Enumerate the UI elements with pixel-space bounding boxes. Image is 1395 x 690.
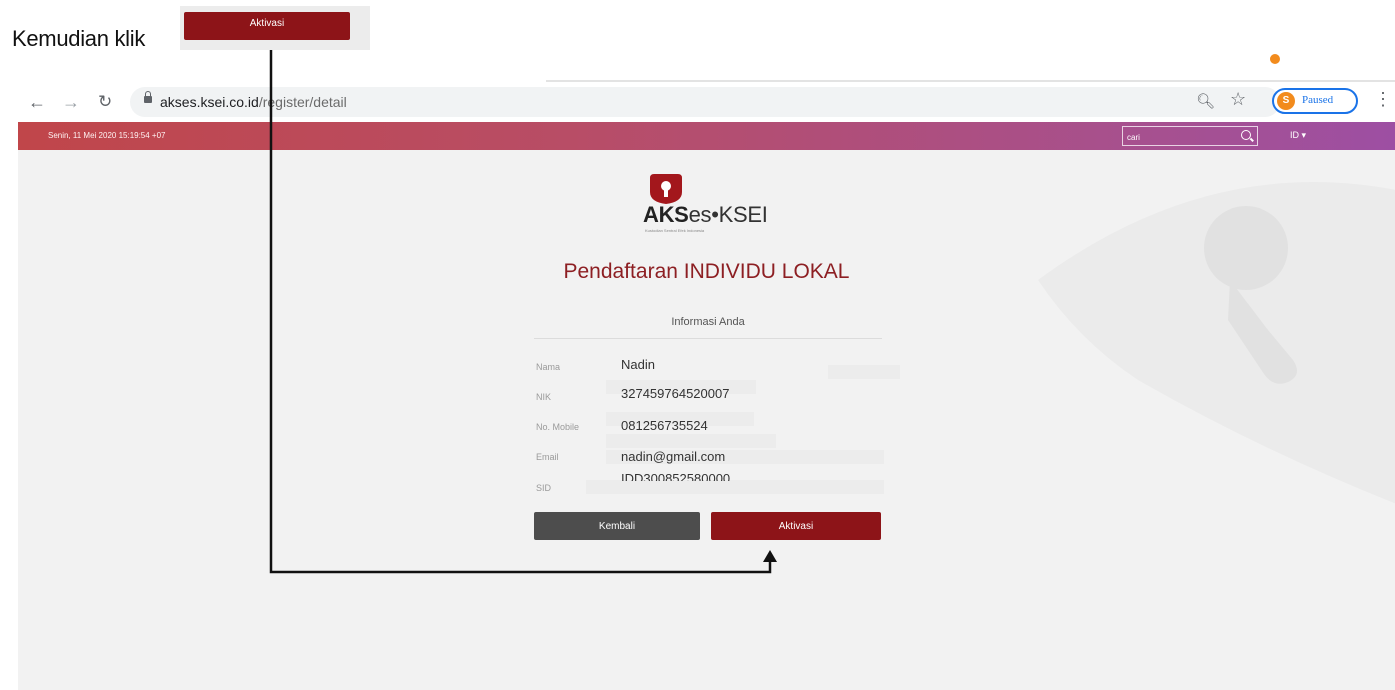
- datetime-text: Senin, 11 Mei 2020 15:19:54 +07: [48, 131, 166, 140]
- field-label-nama: Nama: [536, 362, 561, 372]
- reload-icon[interactable]: ↻: [98, 90, 112, 114]
- forward-arrow-icon[interactable]: →: [62, 90, 80, 114]
- faint-row-line: [828, 365, 900, 379]
- aktivasi-button[interactable]: Aktivasi: [711, 512, 881, 540]
- field-label-sid: SID: [536, 483, 552, 493]
- field-label-nik: NIK: [536, 392, 552, 402]
- search-box: [1122, 126, 1258, 146]
- faint-row-line: [606, 434, 776, 448]
- logo-lock-icon: [650, 174, 682, 204]
- url-text: akses.ksei.co.id/register/detail: [160, 94, 347, 110]
- instruction-text: Kemudian klik: [12, 26, 146, 51]
- instruction-button-preview: Aktivasi: [180, 6, 370, 50]
- logo-wordmark: AKSes•KSEI: [643, 202, 768, 227]
- section-title: Informasi Anda: [671, 316, 745, 328]
- browser-toolbar: ← → ↻ akses.ksei.co.id/register/detail 🔍…: [18, 84, 1395, 122]
- zoom-icon[interactable]: 🔍︎: [1196, 92, 1215, 110]
- field-label-email: Email: [536, 452, 559, 462]
- kembali-button[interactable]: Kembali: [534, 512, 700, 540]
- search-icon[interactable]: [1241, 130, 1251, 140]
- lock-icon: [144, 91, 152, 103]
- profile-avatar: S: [1277, 92, 1295, 110]
- section-divider: [534, 338, 882, 339]
- profile-paused-button[interactable]: S Paused: [1272, 88, 1358, 114]
- field-label-mobile: No. Mobile: [536, 422, 580, 432]
- field-value-sid: IDD300852580000: [621, 471, 731, 481]
- field-value-nik: 327459764520007: [621, 386, 730, 401]
- page-title: Pendaftaran INDIVIDU LOKAL: [563, 260, 850, 283]
- profile-status: Paused: [1302, 94, 1334, 106]
- menu-kebab-icon[interactable]: ⋮: [1374, 89, 1392, 110]
- field-value-email: nadin@gmail.com: [621, 449, 726, 464]
- instruction-aktivasi-button: Aktivasi: [184, 12, 350, 40]
- search-input[interactable]: [1125, 129, 1237, 145]
- field-value-mobile: 081256735524: [621, 418, 708, 433]
- faint-row-line: [586, 480, 884, 494]
- back-arrow-icon[interactable]: ←: [28, 90, 46, 114]
- page-content: AKSes•KSEI Kustodian Sentral Efek Indone…: [18, 150, 1395, 690]
- orange-dot-marker: [1270, 54, 1280, 64]
- field-value-nama: Nadin: [621, 357, 655, 372]
- bookmark-star-icon[interactable]: ☆: [1230, 89, 1246, 110]
- language-selector[interactable]: ID ▾: [1290, 130, 1306, 141]
- address-bar[interactable]: akses.ksei.co.id/register/detail: [130, 87, 1280, 117]
- divider-line: [546, 80, 1395, 82]
- logo-tagline: Kustodian Sentral Efek Indonesia: [645, 228, 705, 233]
- site-header-bar: Senin, 11 Mei 2020 15:19:54 +07 ID ▾: [18, 122, 1395, 150]
- akses-ksei-logo: AKSes•KSEI Kustodian Sentral Efek Indone…: [643, 172, 783, 242]
- keyhole-watermark-icon: [1038, 182, 1395, 504]
